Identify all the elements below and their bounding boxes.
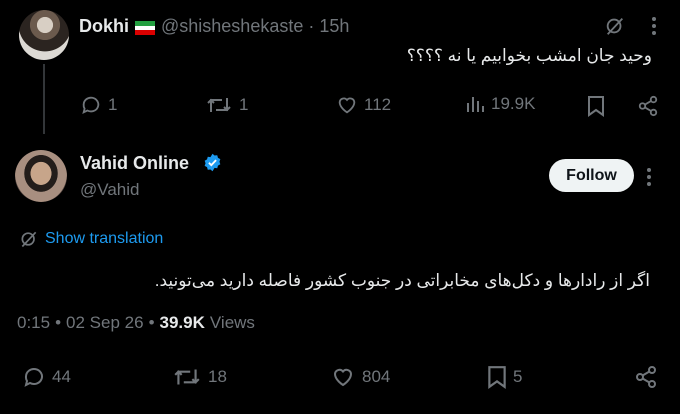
bookmark-icon [487,365,507,389]
share-icon[interactable] [634,365,658,389]
iran-flag-icon [135,21,155,36]
views-label: Views [209,313,255,332]
meta-dot: • [148,313,155,332]
translate-icon [19,229,39,249]
verified-icon [203,153,222,172]
separator: · [308,16,315,36]
share-icon[interactable] [637,95,659,117]
show-translation-link[interactable]: Show translation [19,229,163,249]
tweet-time[interactable]: 0:15 [17,313,50,333]
views-count: 39.9K [159,313,205,332]
show-translation-label: Show translation [45,230,164,247]
avatar-dokhi[interactable] [19,10,69,60]
bookmark-icon[interactable] [587,95,605,117]
like-button[interactable]: 804 [330,365,390,389]
more-icon[interactable] [645,167,653,187]
repost-button[interactable]: 18 [172,365,227,389]
author-handle[interactable]: @shisheshekaste [161,16,303,36]
avatar-vahid[interactable] [15,150,67,202]
author-name[interactable]: Vahid Online [80,153,189,174]
views-button[interactable]: 19.9K [465,94,535,114]
like-count: 804 [362,367,391,386]
tweet-text: وحید جان امشب بخوابیم یا نه ؟؟؟؟ [406,46,652,65]
reply-icon [22,365,46,389]
reply-button[interactable]: 44 [22,365,71,389]
follow-button[interactable]: Follow [549,159,634,192]
repost-count: 1 [239,95,249,114]
reply-count: 1 [108,95,118,114]
like-count: 112 [364,95,392,114]
reply-button[interactable]: 1 [80,94,117,116]
author-name[interactable]: Dokhi [79,16,129,37]
like-button[interactable]: 112 [336,94,391,116]
tweet-text: اگر از رادارها و دکل‌های مخابراتی در جنو… [154,271,650,290]
reply-count: 44 [52,367,71,386]
views-icon [465,94,485,114]
more-icon[interactable] [650,15,658,37]
repost-icon [205,94,233,116]
timestamp[interactable]: 15h [319,16,349,36]
tweet-meta: 0:15 • 02 Sep 26 • 39.9K Views [17,313,255,333]
repost-button[interactable]: 1 [205,94,248,116]
like-icon [336,94,358,116]
view-count: 19.9K [491,94,536,113]
tweet-date[interactable]: 02 Sep 26 [66,313,144,333]
thread-line [43,64,45,134]
author-handle[interactable]: @Vahid [80,180,139,200]
repost-icon [172,365,202,389]
reply-icon [80,94,102,116]
author-handle-time[interactable]: @shisheshekaste · 15h [161,16,349,37]
like-icon [330,365,356,389]
bookmark-button[interactable]: 5 [487,365,522,389]
meta-dot: • [55,313,62,332]
bookmark-count: 5 [513,367,523,386]
repost-count: 18 [208,367,227,386]
grok-icon[interactable] [604,15,626,37]
